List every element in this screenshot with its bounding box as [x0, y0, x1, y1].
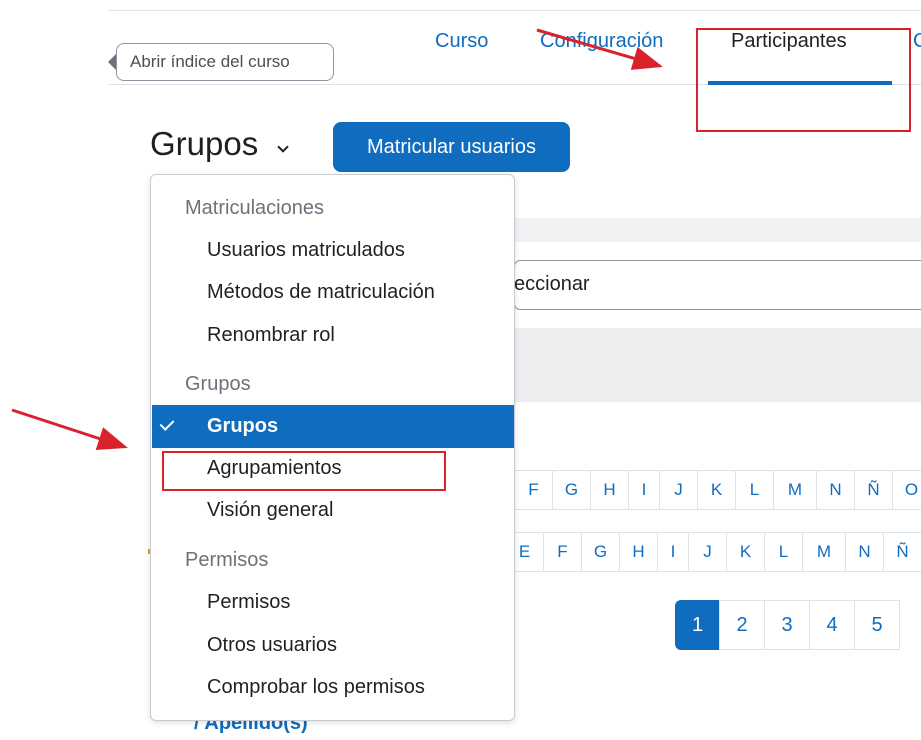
arrow-to-groups: [11, 408, 128, 451]
annotation-arrows: [11, 28, 663, 451]
arrow-to-participantes: [536, 28, 663, 70]
